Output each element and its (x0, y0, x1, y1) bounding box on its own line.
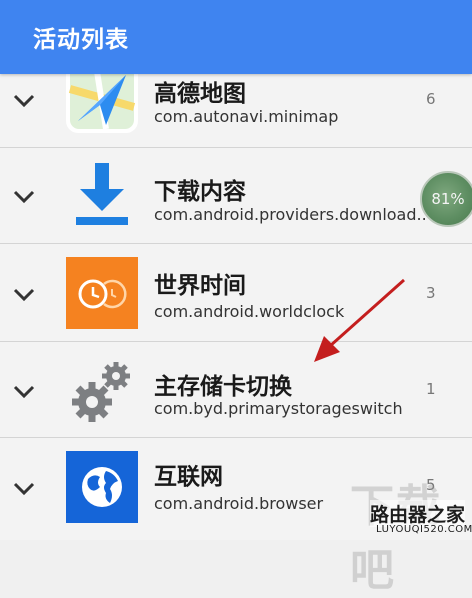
app-bar: 活动列表 (0, 0, 472, 74)
package-name: com.android.providers.download.. (154, 205, 427, 224)
activity-name: 世界时间 (154, 273, 246, 299)
gears-icon (72, 362, 130, 422)
package-name: com.byd.primarystorageswitch (154, 399, 403, 418)
activity-list: 高德地图 com.autonavi.minimap 6 下载内容 com.and… (0, 0, 472, 540)
activity-name: 下载内容 (154, 179, 246, 205)
globe-icon (66, 451, 138, 523)
watermark-title: 路由器之家 (370, 500, 466, 527)
watermark: 下载吧 路由器之家 LUYOUQI520.COM (330, 470, 472, 596)
package-name: com.autonavi.minimap (154, 107, 339, 126)
package-name: com.android.browser (154, 494, 324, 513)
activity-count: 1 (426, 380, 436, 398)
world-clock-icon (66, 257, 138, 329)
memory-usage-label: 81% (431, 190, 465, 208)
activity-name: 互联网 (154, 464, 223, 490)
activity-name: 高德地图 (154, 81, 246, 107)
annotation-arrow-icon (314, 278, 405, 362)
page-title: 活动列表 (33, 27, 129, 53)
activity-name: 主存储卡切换 (154, 374, 292, 400)
chevron-down-icon[interactable] (13, 288, 35, 302)
download-icon (76, 163, 128, 225)
chevron-down-icon[interactable] (13, 482, 35, 496)
chevron-down-icon[interactable] (13, 94, 35, 108)
activity-count: 6 (426, 90, 436, 108)
watermark-site: LUYOUQI520.COM (376, 524, 472, 535)
chevron-down-icon[interactable] (13, 385, 35, 399)
activity-count: 3 (426, 284, 436, 302)
list-item-downloads[interactable]: 下载内容 com.android.providers.download.. 1 (0, 148, 472, 244)
chevron-down-icon[interactable] (13, 190, 35, 204)
memory-usage-badge[interactable]: 81% (420, 171, 472, 227)
